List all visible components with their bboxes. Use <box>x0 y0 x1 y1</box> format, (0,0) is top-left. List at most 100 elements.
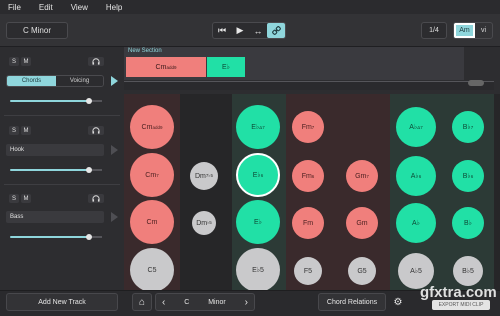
chord-root: G5 <box>357 267 367 275</box>
scale-root[interactable]: C <box>184 299 189 306</box>
play-icon[interactable]: ▶ <box>231 23 249 38</box>
chord-root: Gm <box>356 219 368 227</box>
chord-extension: Δ7 <box>417 124 423 130</box>
gear-icon[interactable]: ⚙ <box>390 293 406 311</box>
chord-bubble[interactable]: B♭ 6 <box>452 160 484 192</box>
chord-bubble[interactable]: Fm 6 <box>292 160 324 192</box>
export-midi-button[interactable]: EXPORT MIDI CLIP <box>432 300 490 310</box>
chord-extension: 6 <box>311 173 315 179</box>
divider <box>4 115 120 116</box>
link-icon[interactable] <box>267 23 285 38</box>
chord-bubble[interactable]: E♭ Δ7 <box>236 105 280 149</box>
chord-bubble[interactable]: Gm <box>346 207 378 239</box>
chord-bubble[interactable]: F5 <box>294 257 322 285</box>
chord-root: Dm <box>194 172 206 180</box>
menu-help[interactable]: Help <box>106 3 122 12</box>
chord-extension: 7 <box>366 173 369 179</box>
solo-button-hook[interactable]: S <box>9 126 19 135</box>
chord-root: B♭ <box>464 220 472 227</box>
chord-bubble[interactable]: B♭ <box>452 207 484 239</box>
chord-bubble[interactable]: E♭5 <box>236 248 280 290</box>
mode-am-button[interactable]: Am <box>454 23 475 38</box>
loop-icon[interactable]: ↔ <box>249 23 267 38</box>
chord-extension: 7 <box>156 172 159 178</box>
tab-chords[interactable]: Chords <box>7 76 56 86</box>
chord-bubble[interactable]: Cm add9 <box>130 105 174 149</box>
chord-label-mode-toggle: Am vi <box>453 22 493 39</box>
chord-extension: 6 <box>260 172 264 178</box>
chord-root: Fm <box>302 219 314 227</box>
divider <box>4 184 120 185</box>
chord-bubble[interactable]: Cm 7 <box>130 153 174 197</box>
chord-bubble[interactable]: Cm <box>130 200 174 244</box>
section-label[interactable]: New Section <box>128 48 162 54</box>
scale-selector: ‹ C Minor › <box>155 293 255 311</box>
track-name-bass[interactable]: Bass <box>6 211 104 223</box>
chord-root: A♭ <box>410 173 419 180</box>
chord-bubble[interactable]: Fm 7 <box>292 111 324 143</box>
chord-extension: add9 <box>152 124 163 130</box>
scale-name[interactable]: Minor <box>208 299 226 306</box>
track-name-hook[interactable]: Hook <box>6 144 104 156</box>
solo-button-bass[interactable]: S <box>9 194 19 203</box>
next-scale-button[interactable]: › <box>245 297 248 308</box>
page-indicator[interactable]: 1/4 <box>421 22 447 39</box>
chord-root: Cm <box>145 171 157 179</box>
chord-bubble[interactable]: E♭ 6 <box>236 153 280 197</box>
key-selector-button[interactable]: C Minor <box>6 22 68 39</box>
chord-bubble[interactable]: Gm 7 <box>346 160 378 192</box>
chord-bubble[interactable]: A♭ <box>396 203 436 243</box>
headphone-icon[interactable] <box>88 194 104 203</box>
chord-bubble[interactable]: B♭ 7 <box>452 111 484 143</box>
scroll-handle[interactable] <box>468 80 484 86</box>
bass-volume-slider[interactable] <box>10 234 102 240</box>
menu-edit[interactable]: Edit <box>39 3 53 12</box>
chord-root: Gm <box>355 172 367 180</box>
chord-root: C5 <box>147 266 157 274</box>
chord-bubble[interactable]: Dm 7♭5 <box>190 162 218 190</box>
track-play-icon[interactable] <box>111 145 118 155</box>
chord-root: E♭ <box>251 124 260 131</box>
chord-root: B♭ <box>462 173 471 180</box>
prev-scale-button[interactable]: ‹ <box>162 297 165 308</box>
clip-extension: add9 <box>166 64 177 70</box>
chord-bubble[interactable]: A♭ Δ7 <box>396 107 436 147</box>
chord-root: B♭ <box>462 124 471 131</box>
track-play-icon[interactable] <box>111 76 118 86</box>
chord-relations-button[interactable]: Chord Relations <box>318 293 386 311</box>
add-track-button[interactable]: Add New Track <box>6 293 118 311</box>
chord-clip[interactable]: E♭ <box>207 57 245 77</box>
chord-bubble[interactable]: G5 <box>348 257 376 285</box>
chord-root: Cm <box>146 218 158 226</box>
chord-bubble[interactable]: B♭5 <box>453 256 483 286</box>
chords-volume-slider[interactable] <box>10 98 102 104</box>
chord-extension: 6 <box>418 173 422 179</box>
home-icon[interactable]: ⌂ <box>132 293 152 311</box>
headphone-icon[interactable] <box>88 126 104 135</box>
tab-voicing[interactable]: Voicing <box>55 76 103 86</box>
solo-button-chords[interactable]: S <box>9 57 19 66</box>
mute-button-hook[interactable]: M <box>21 126 31 135</box>
chord-extension: 7 <box>311 124 315 130</box>
track-play-icon[interactable] <box>111 212 118 222</box>
menu-file[interactable]: File <box>8 3 21 12</box>
chord-root: Cm <box>141 123 153 131</box>
chord-bubble[interactable]: Dm ♭5 <box>192 211 216 235</box>
chord-root: Dm <box>196 219 208 227</box>
chord-bubble[interactable]: Fm <box>292 207 324 239</box>
rewind-icon[interactable]: ⏮ <box>213 23 231 38</box>
timeline-ruler[interactable] <box>124 81 494 90</box>
chord-clip[interactable]: Cm add9 <box>126 57 206 77</box>
chord-root: Fm <box>301 172 312 180</box>
mute-button-bass[interactable]: M <box>21 194 31 203</box>
chord-bubble[interactable]: E♭ <box>236 200 280 244</box>
menu-view[interactable]: View <box>71 3 88 12</box>
chord-bubble[interactable]: A♭ 6 <box>396 156 436 196</box>
mute-button-chords[interactable]: M <box>21 57 31 66</box>
chord-root: A♭ <box>412 220 420 227</box>
chord-extension: Δ7 <box>259 124 265 130</box>
mode-vi-button[interactable]: vi <box>475 23 492 38</box>
headphone-icon[interactable] <box>88 57 104 66</box>
chord-bubble[interactable]: C5 <box>130 248 174 290</box>
hook-volume-slider[interactable] <box>10 167 102 173</box>
